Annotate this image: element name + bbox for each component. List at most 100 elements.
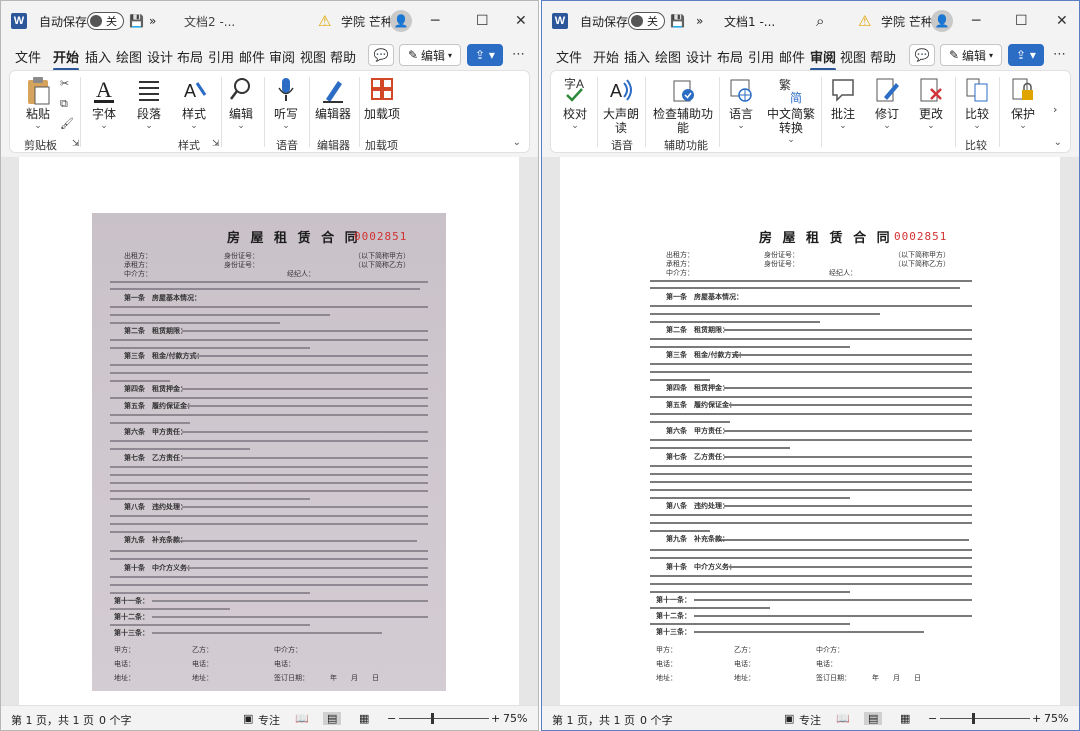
- chinese-conversion-button[interactable]: 繁简 中文简繁转换 ⌄: [763, 75, 819, 145]
- tab-insert[interactable]: 插入: [85, 47, 111, 66]
- tab-design[interactable]: 设计: [686, 47, 712, 66]
- protect-button[interactable]: 保护 ⌄: [1001, 75, 1045, 131]
- save-icon[interactable]: 💾: [670, 1, 685, 41]
- close-icon[interactable]: ✕: [515, 1, 527, 41]
- language-button[interactable]: 语言 ⌄: [719, 75, 763, 131]
- word-count[interactable]: 0 个字: [99, 712, 132, 728]
- tab-home[interactable]: 开始: [53, 47, 80, 71]
- read-mode-icon[interactable]: 📖: [295, 712, 309, 725]
- check-accessibility-button[interactable]: 检查辅助功能 ⌄: [651, 75, 715, 145]
- more-commands-icon[interactable]: »: [696, 1, 703, 41]
- tab-review[interactable]: 审阅: [269, 47, 295, 66]
- tab-help[interactable]: 帮助: [870, 47, 896, 66]
- copy-icon[interactable]: ⧉: [60, 97, 68, 111]
- dictate-button[interactable]: 听写 ⌄: [264, 75, 308, 131]
- track-changes-button[interactable]: 修订 ⌄: [865, 75, 909, 131]
- document-name[interactable]: 文档2 -...: [184, 1, 235, 41]
- comments-button[interactable]: 💬: [909, 44, 935, 66]
- zoom-in-icon[interactable]: +: [491, 712, 500, 725]
- maximize-icon[interactable]: ☐: [476, 1, 489, 41]
- page[interactable]: 房 屋 租 赁 合 同 0002851 出租方： 身份证号： （以下简称甲方） …: [560, 157, 1060, 707]
- tab-layout[interactable]: 布局: [717, 47, 743, 66]
- document-name[interactable]: 文档1 -...: [724, 1, 775, 41]
- print-layout-icon[interactable]: ▤: [323, 712, 342, 725]
- page-count[interactable]: 第 1 页，共 1 页: [552, 712, 635, 728]
- tab-mailings[interactable]: 邮件: [779, 47, 805, 66]
- paste-button[interactable]: 粘贴 ⌄: [16, 75, 60, 131]
- tab-mailings[interactable]: 邮件: [239, 47, 265, 66]
- tab-home[interactable]: 开始: [593, 47, 619, 66]
- autosave-toggle[interactable]: 关: [628, 12, 665, 30]
- tab-view[interactable]: 视图: [840, 47, 866, 66]
- page[interactable]: 房 屋 租 赁 合 同 0002851 出租方： 身份证号： （以下简称甲方） …: [19, 157, 519, 707]
- tab-file[interactable]: 文件: [15, 47, 41, 66]
- tab-help[interactable]: 帮助: [330, 47, 356, 66]
- search-icon[interactable]: ⌕: [816, 1, 824, 41]
- user-name[interactable]: 学院 芒种: [341, 1, 393, 41]
- tab-draw[interactable]: 绘图: [116, 47, 142, 66]
- minimize-icon[interactable]: ─: [431, 1, 439, 41]
- edit-button[interactable]: 编辑 ⌄: [219, 75, 263, 131]
- avatar[interactable]: 👤: [931, 10, 953, 32]
- compare-button[interactable]: 比较 ⌄: [955, 75, 999, 131]
- tab-references[interactable]: 引用: [208, 47, 234, 66]
- format-painter-icon[interactable]: 🖌: [60, 117, 74, 130]
- addins-button[interactable]: 加载项: [360, 75, 404, 121]
- comments-group-button[interactable]: 批注 ⌄: [821, 75, 865, 131]
- minimize-icon[interactable]: ─: [972, 1, 980, 41]
- font-button[interactable]: A 字体 ⌄: [82, 75, 126, 131]
- zoom-level[interactable]: 75%: [503, 712, 527, 725]
- more-options-icon[interactable]: ⋯: [512, 47, 525, 62]
- zoom-out-icon[interactable]: −: [387, 712, 396, 725]
- user-name[interactable]: 学院 芒种: [881, 1, 933, 41]
- paragraph-button[interactable]: 段落 ⌄: [127, 75, 171, 131]
- save-icon[interactable]: 💾: [129, 1, 144, 41]
- more-commands-icon[interactable]: »: [149, 1, 156, 41]
- zoom-slider[interactable]: [399, 718, 489, 719]
- page-count[interactable]: 第 1 页，共 1 页: [11, 712, 94, 728]
- zoom-out-icon[interactable]: −: [928, 712, 937, 725]
- tab-review[interactable]: 审阅: [810, 47, 837, 71]
- warning-icon[interactable]: ⚠: [318, 1, 331, 41]
- warning-icon[interactable]: ⚠: [858, 1, 871, 41]
- styles-button[interactable]: A 样式 ⌄: [172, 75, 216, 131]
- edit-mode-button[interactable]: ✎ 编辑 ▾: [940, 44, 1002, 66]
- maximize-icon[interactable]: ☐: [1015, 1, 1028, 41]
- tab-design[interactable]: 设计: [147, 47, 173, 66]
- tab-references[interactable]: 引用: [748, 47, 774, 66]
- word-count[interactable]: 0 个字: [640, 712, 673, 728]
- editor-button[interactable]: 编辑器: [311, 75, 355, 121]
- tab-draw[interactable]: 绘图: [655, 47, 681, 66]
- dialog-launcher-icon[interactable]: ⇲: [212, 139, 220, 149]
- share-button[interactable]: ⇪ ▾: [467, 44, 503, 66]
- web-layout-icon[interactable]: ▦: [359, 712, 369, 725]
- zoom-slider-knob[interactable]: [972, 713, 975, 724]
- tab-layout[interactable]: 布局: [177, 47, 203, 66]
- read-mode-icon[interactable]: 📖: [836, 712, 850, 725]
- cut-icon[interactable]: ✂: [60, 77, 69, 90]
- zoom-in-icon[interactable]: +: [1032, 712, 1041, 725]
- close-icon[interactable]: ✕: [1056, 1, 1068, 41]
- tab-view[interactable]: 视图: [300, 47, 326, 66]
- focus-label[interactable]: 专注: [799, 712, 821, 728]
- zoom-level[interactable]: 75%: [1044, 712, 1068, 725]
- collapse-ribbon-icon[interactable]: ⌄: [1054, 137, 1062, 148]
- autosave-toggle[interactable]: 关: [87, 12, 124, 30]
- avatar[interactable]: 👤: [390, 10, 412, 32]
- proofing-button[interactable]: 字A 校对 ⌄: [553, 75, 597, 131]
- edit-mode-button[interactable]: ✎ 编辑 ▾: [399, 44, 461, 66]
- dialog-launcher-icon[interactable]: ⇲: [72, 139, 80, 149]
- web-layout-icon[interactable]: ▦: [900, 712, 910, 725]
- focus-label[interactable]: 专注: [258, 712, 280, 728]
- print-layout-icon[interactable]: ▤: [864, 712, 883, 725]
- more-options-icon[interactable]: ⋯: [1053, 47, 1066, 62]
- tab-insert[interactable]: 插入: [624, 47, 650, 66]
- share-button[interactable]: ⇪ ▾: [1008, 44, 1044, 66]
- zoom-slider[interactable]: [940, 718, 1030, 719]
- focus-icon[interactable]: ▣: [243, 712, 253, 725]
- comments-button[interactable]: 💬: [368, 44, 394, 66]
- scroll-right-icon[interactable]: ›: [1053, 103, 1057, 116]
- focus-icon[interactable]: ▣: [784, 712, 794, 725]
- changes-button[interactable]: 更改 ⌄: [909, 75, 953, 131]
- zoom-slider-knob[interactable]: [431, 713, 434, 724]
